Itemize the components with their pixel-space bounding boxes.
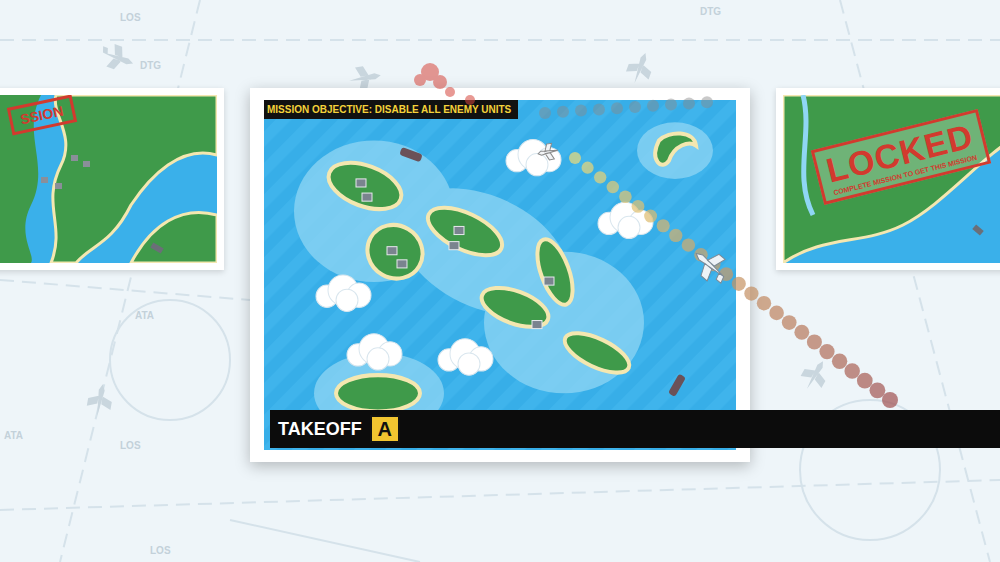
chart-label: DTG [700,6,721,17]
mission-select-screen: LOS DTG ATA LOS ATA DTG LOS SSION MISSION OBJECT… [0,0,1000,562]
takeoff-label: TAKEOFF [278,419,362,440]
chart-label: LOS [120,12,141,23]
chart-label: DTG [140,60,161,71]
jet-icon [623,49,656,87]
chart-label: ATA [135,310,154,321]
mission-card[interactable]: SSION [0,88,224,270]
enemy-units [356,179,554,329]
chart-label: ATA [4,430,23,441]
flight-trail [0,0,1000,562]
mission-card[interactable]: LOCKEDCOMPLETE MISSION TO GET THIS MISSI… [776,88,1000,270]
jet-icon [85,382,114,418]
key-badge: A [370,415,400,443]
mission-map: LOCKEDCOMPLETE MISSION TO GET THIS MISSI… [783,95,1000,263]
chart-label: LOS [150,545,171,556]
mission-map: MISSION OBJECTIVE: DISABLE ALL ENEMY UNI… [264,100,736,450]
enemy-jet-icon [537,142,559,161]
jet-icon [797,355,834,395]
mission-card[interactable]: MISSION OBJECTIVE: DISABLE ALL ENEMY UNI… [250,88,750,462]
chart-label: LOS [120,440,141,451]
clouds [316,139,653,375]
takeoff-button[interactable]: TAKEOFF A [270,410,1000,448]
archipelago-map-icon [264,100,736,450]
mission-carousel[interactable]: SSION MISSION OBJECTIVE: DISABLE ALL ENEM… [0,0,1000,462]
mission-map: SSION [0,95,217,263]
jet-icon [97,41,137,75]
mission-objective: MISSION OBJECTIVE: DISABLE ALL ENEMY UNI… [264,100,518,119]
enemy-ship-icon [399,147,686,397]
player-jet-icon [687,243,734,289]
